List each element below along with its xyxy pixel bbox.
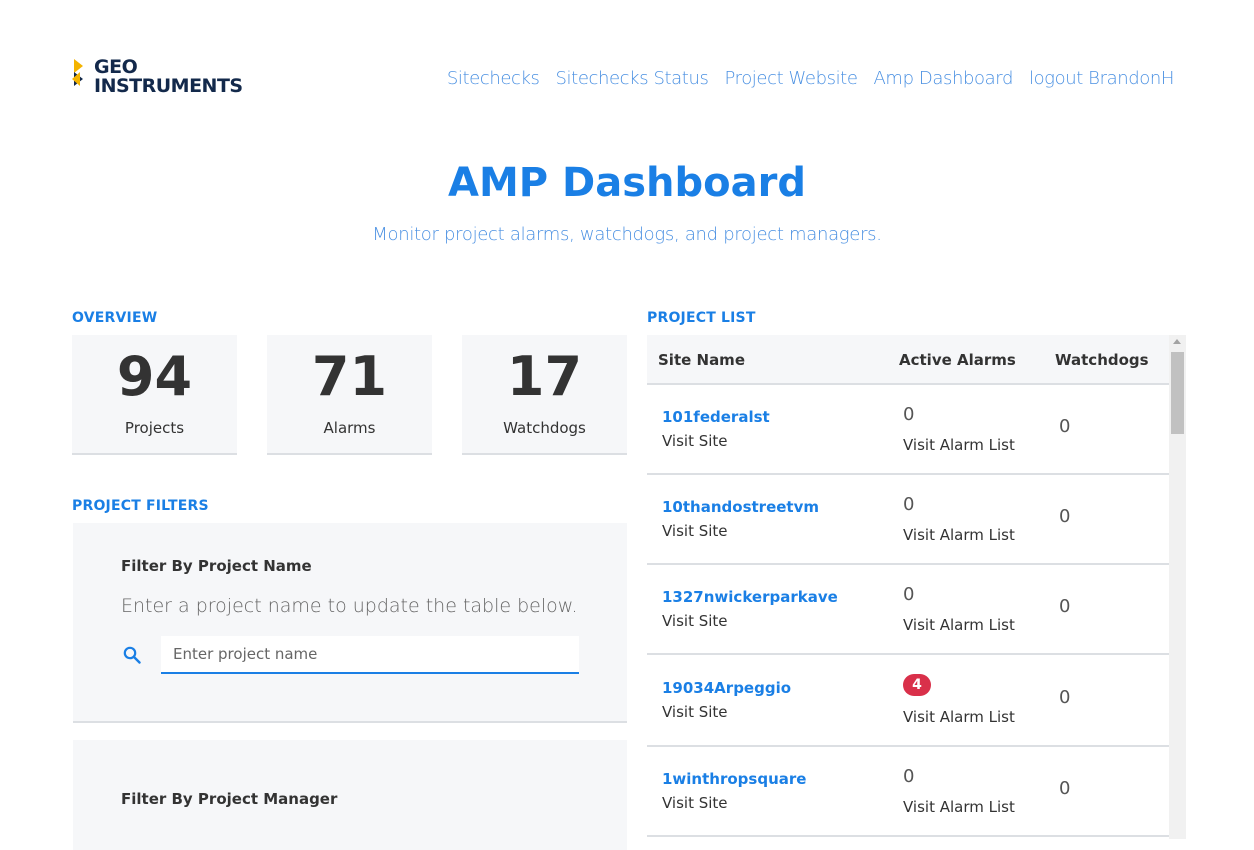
header: GEO INSTRUMENTS Sitechecks Sitechecks St… — [0, 0, 1254, 140]
scroll-up-arrow-icon[interactable] — [1173, 339, 1181, 344]
filter-by-manager-heading: Filter By Project Manager — [121, 790, 338, 808]
stat-label: Projects — [124, 419, 185, 437]
logo-line-2: INSTRUMENTS — [94, 75, 243, 97]
table-scrollbar[interactable] — [1169, 335, 1186, 839]
site-link[interactable]: 1327nwickerparkave — [662, 588, 838, 606]
project-list-title: PROJECT LIST — [647, 310, 756, 326]
logo-mark-icon — [72, 58, 88, 90]
nav-amp-dashboard[interactable]: Amp Dashboard — [874, 68, 1014, 89]
watchdog-count: 0 — [1059, 416, 1071, 437]
table-row: 19034Arpeggio Visit Site 4 Visit Alarm L… — [647, 655, 1169, 747]
alarm-count: 0 — [903, 494, 915, 515]
logo-text: GEO INSTRUMENTS — [94, 58, 243, 96]
stat-card-watchdogs: 17 Watchdogs — [462, 335, 627, 455]
visit-site-link[interactable]: Visit Site — [662, 432, 728, 450]
stat-value: 17 — [506, 345, 583, 408]
top-nav: Sitechecks Sitechecks Status Project Web… — [447, 68, 1175, 89]
hero: AMP Dashboard Monitor project alarms, wa… — [0, 160, 1254, 245]
nav-sitechecks-status[interactable]: Sitechecks Status — [556, 68, 709, 89]
column-active-alarms: Active Alarms — [899, 351, 1016, 369]
visit-site-link[interactable]: Visit Site — [662, 794, 728, 812]
watchdog-count: 0 — [1059, 596, 1071, 617]
column-site-name: Site Name — [658, 351, 745, 369]
project-name-search — [121, 636, 579, 674]
visit-alarm-list-link[interactable]: Visit Alarm List — [903, 708, 1015, 726]
stat-value: 71 — [311, 345, 388, 408]
watchdog-count: 0 — [1059, 687, 1071, 708]
filter-by-name-hint: Enter a project name to update the table… — [121, 595, 578, 617]
alarm-count: 0 — [903, 584, 915, 605]
page-subtitle: Monitor project alarms, watchdogs, and p… — [372, 224, 882, 245]
scroll-thumb[interactable] — [1171, 352, 1184, 434]
table-row: 1327nwickerparkave Visit Site 0 Visit Al… — [647, 565, 1169, 655]
visit-alarm-list-link[interactable]: Visit Alarm List — [903, 526, 1015, 544]
site-link[interactable]: 1winthropsquare — [662, 770, 806, 788]
geo-instruments-logo[interactable]: GEO INSTRUMENTS — [72, 58, 254, 104]
table-header: Site Name Active Alarms Watchdogs — [647, 335, 1169, 385]
stat-value: 94 — [116, 345, 193, 408]
visit-alarm-list-link[interactable]: Visit Alarm List — [903, 436, 1015, 454]
visit-site-link[interactable]: Visit Site — [662, 612, 728, 630]
nav-sitechecks[interactable]: Sitechecks — [447, 68, 540, 89]
visit-alarm-list-link[interactable]: Visit Alarm List — [903, 616, 1015, 634]
site-link[interactable]: 101federalst — [662, 408, 770, 426]
project-table: Site Name Active Alarms Watchdogs 101fed… — [647, 335, 1186, 839]
filter-by-manager-panel: Filter By Project Manager — [73, 740, 627, 850]
project-filters-title: PROJECT FILTERS — [72, 498, 209, 514]
table-row: 101federalst Visit Site 0 Visit Alarm Li… — [647, 385, 1169, 475]
nav-project-website[interactable]: Project Website — [724, 68, 857, 89]
stat-card-alarms: 71 Alarms — [267, 335, 432, 455]
alarm-count: 0 — [903, 404, 915, 425]
alarm-count: 0 — [903, 766, 915, 787]
project-name-input[interactable] — [161, 636, 579, 674]
nav-logout[interactable]: logout BrandonH — [1029, 68, 1174, 89]
visit-alarm-list-link[interactable]: Visit Alarm List — [903, 798, 1015, 816]
stat-label: Watchdogs — [503, 419, 586, 437]
filter-by-name-panel: Filter By Project Name Enter a project n… — [73, 523, 627, 723]
page-title: AMP Dashboard — [448, 160, 806, 206]
watchdog-count: 0 — [1059, 778, 1071, 799]
column-watchdogs: Watchdogs — [1055, 351, 1149, 369]
visit-site-link[interactable]: Visit Site — [662, 703, 728, 721]
table-row: 1winthropsquare Visit Site 0 Visit Alarm… — [647, 747, 1169, 837]
alarm-count-badge: 4 — [903, 674, 931, 696]
stat-label: Alarms — [323, 419, 376, 437]
visit-site-link[interactable]: Visit Site — [662, 522, 728, 540]
site-link[interactable]: 10thandostreetvm — [662, 498, 819, 516]
watchdog-count: 0 — [1059, 506, 1071, 527]
stat-card-projects: 94 Projects — [72, 335, 237, 455]
overview-title: OVERVIEW — [72, 310, 158, 326]
table-row: 10thandostreetvm Visit Site 0 Visit Alar… — [647, 475, 1169, 565]
search-icon — [123, 646, 141, 664]
site-link[interactable]: 19034Arpeggio — [662, 679, 791, 697]
filter-by-name-heading: Filter By Project Name — [121, 557, 312, 575]
